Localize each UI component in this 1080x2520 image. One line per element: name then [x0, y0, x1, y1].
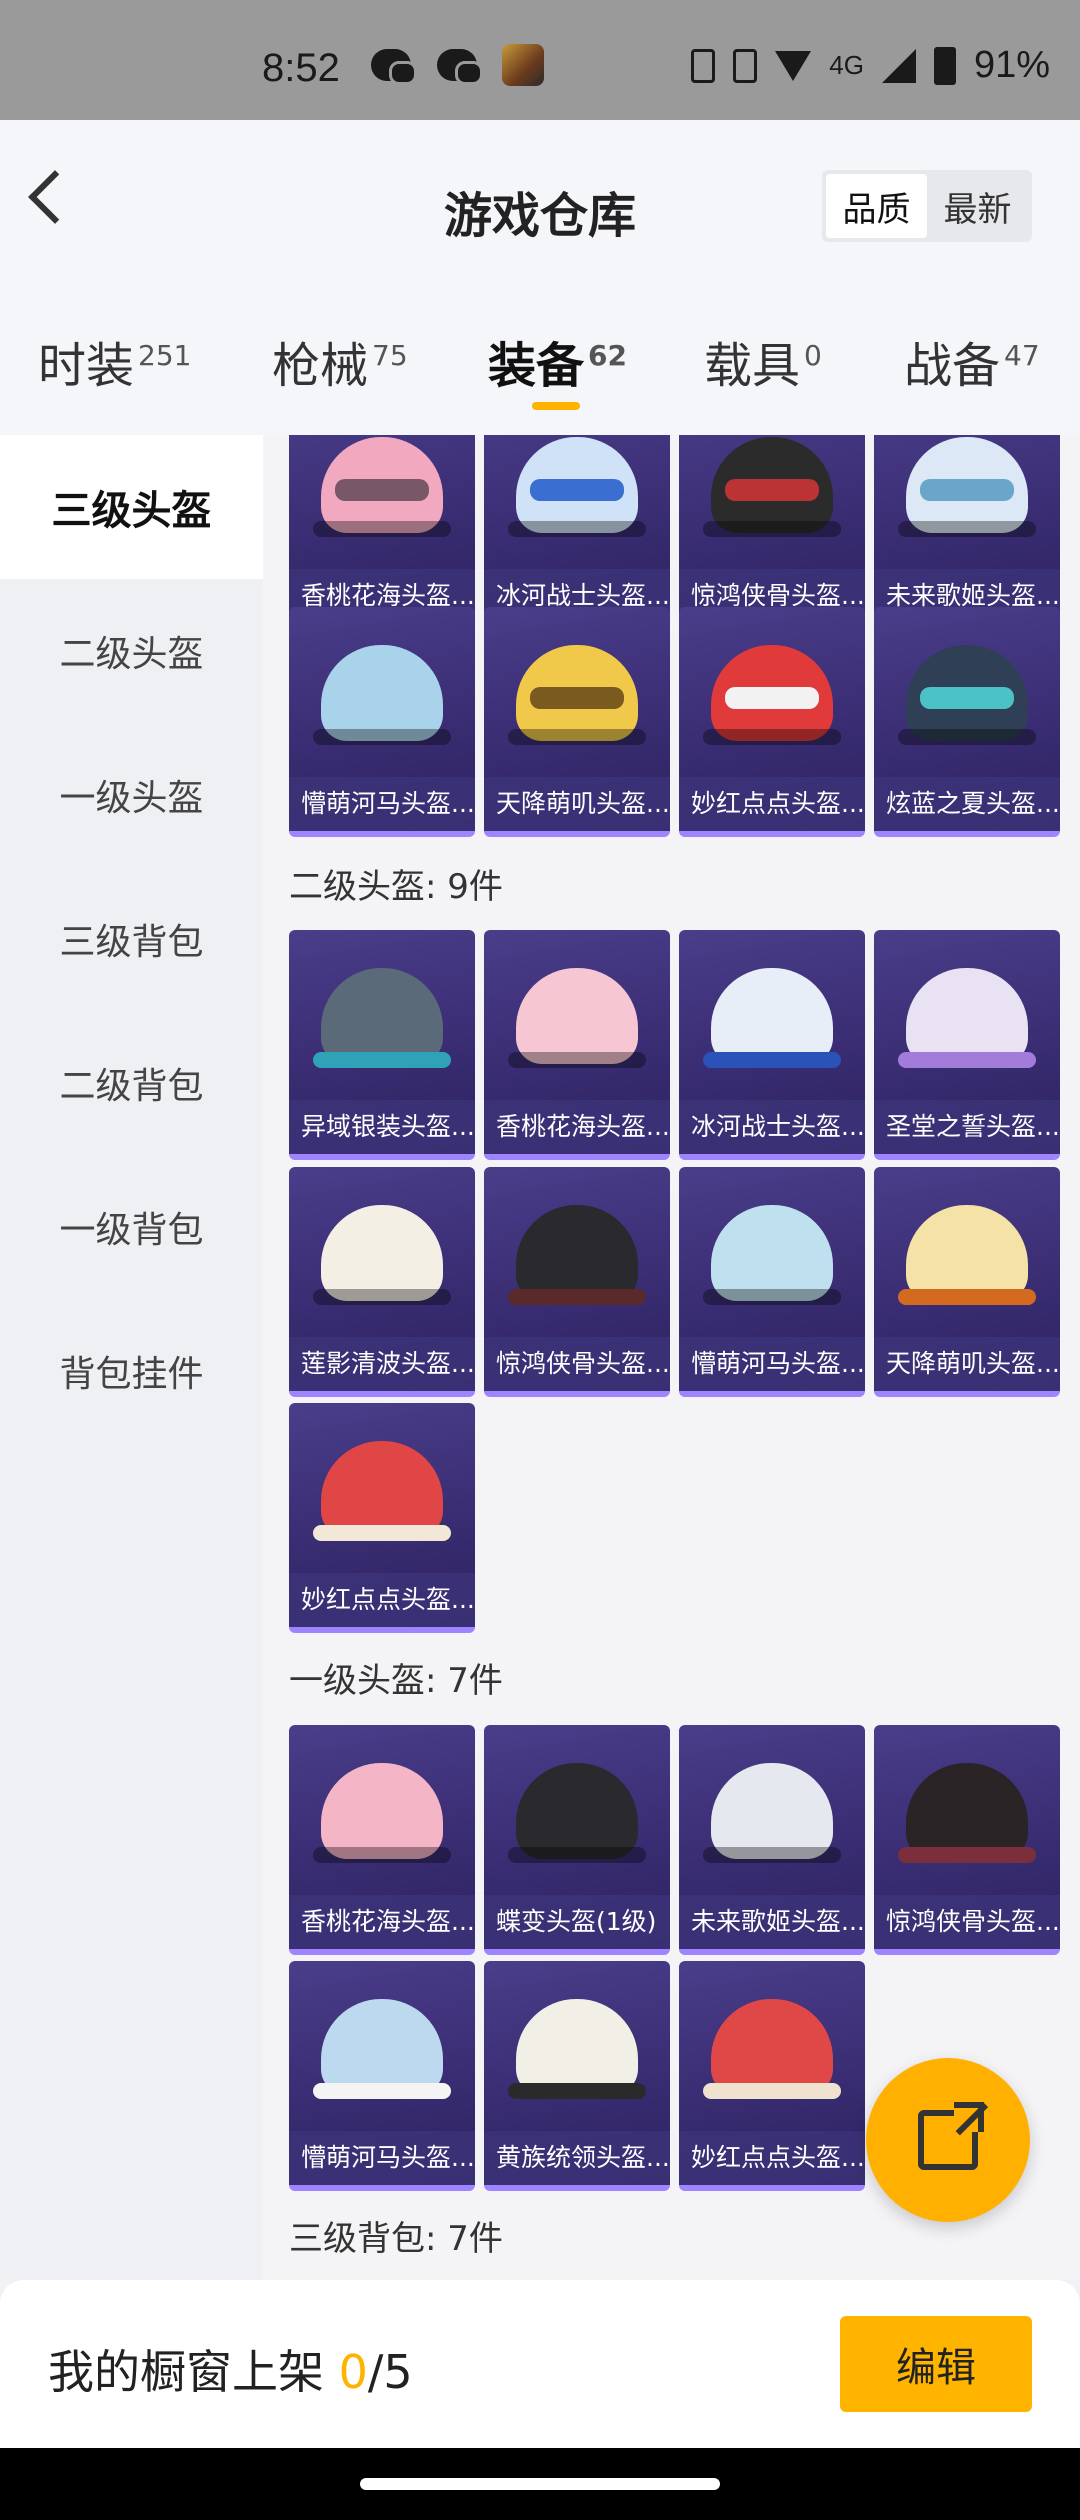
helmet-item-card[interactable]: 冰河战士头盔... — [484, 435, 670, 629]
helmet-image — [703, 1197, 841, 1317]
helmet-item-card[interactable]: 圣堂之誓头盔... — [874, 930, 1060, 1160]
battery-icon — [933, 46, 956, 85]
edit-button[interactable]: 编辑 — [840, 2316, 1032, 2412]
tab-gear[interactable]: 战备 47 — [904, 326, 1040, 396]
helmet-image — [313, 1197, 451, 1317]
helmet-image — [898, 435, 1036, 549]
helmet-item-card[interactable]: 香桃花海头盔... — [484, 930, 670, 1160]
helmet-item-card[interactable]: 妙红点点头盔... — [289, 1403, 475, 1633]
helmet-image — [898, 960, 1036, 1080]
sidebar-item-level3-backpack[interactable]: 三级背包 — [0, 867, 263, 1011]
sidebar-item-backpack-pendant[interactable]: 背包挂件 — [0, 1299, 263, 1443]
header: 游戏仓库 品质 最新 — [0, 120, 1080, 290]
helmet-image — [508, 1197, 646, 1317]
helmet-image — [508, 1755, 646, 1875]
wechat-icon — [436, 48, 483, 85]
helmet-image — [313, 637, 451, 757]
network-type: 4G — [829, 50, 864, 80]
helmet-image — [898, 637, 1036, 757]
helmet-item-card[interactable]: 未来歌姬头盔... — [874, 435, 1060, 629]
helmet-image — [898, 1755, 1036, 1875]
helmet-image — [313, 1755, 451, 1875]
helmet-item-card[interactable]: 妙红点点头盔... — [679, 607, 865, 837]
helmet-item-card[interactable]: 香桃花海头盔... — [289, 435, 475, 629]
helmet-image — [703, 637, 841, 757]
sidebar-item-level2-helmet[interactable]: 二级头盔 — [0, 579, 263, 723]
helmet-image — [898, 1197, 1036, 1317]
helmet-image — [508, 960, 646, 1080]
section-title-level2-helmet: 二级头盔: 9件 — [289, 867, 503, 907]
helmet-item-card[interactable]: 莲影清波头盔... — [289, 1167, 475, 1397]
helmet-item-card[interactable]: 异域银装头盔... — [289, 930, 475, 1160]
sidebar-item-level2-backpack[interactable]: 二级背包 — [0, 1011, 263, 1155]
helmet-item-card[interactable]: 炫蓝之夏头盔... — [874, 607, 1060, 837]
sort-newest-button[interactable]: 最新 — [927, 174, 1028, 238]
helmet-image — [703, 435, 841, 549]
wifi-icon — [775, 50, 812, 81]
showcase-count: 0 — [338, 2345, 368, 2399]
helmet-item-card[interactable]: 黄族统领头盔... — [484, 1961, 670, 2191]
sort-toggle: 品质 最新 — [822, 170, 1032, 242]
tab-guns[interactable]: 枪械 75 — [272, 326, 408, 396]
battery-percent: 91% — [973, 44, 1050, 86]
share-external-icon — [918, 2102, 984, 2170]
tab-fashion[interactable]: 时装 251 — [38, 326, 191, 396]
helmet-item-card[interactable]: 香桃花海头盔... — [289, 1725, 475, 1955]
showcase-total: /5 — [367, 2345, 413, 2399]
helmet-image — [313, 1433, 451, 1553]
helmet-image — [508, 1991, 646, 2111]
category-tabs: 时装 251 枪械 75 装备 62 载具 0 战备 47 — [0, 290, 1080, 435]
helmet-item-card[interactable]: 惊鸿侠骨头盔... — [484, 1167, 670, 1397]
sidebar: 三级头盔 二级头盔 一级头盔 三级背包 二级背包 一级背包 背包挂件 — [0, 435, 263, 2280]
helmet-item-card[interactable]: 懵萌河马头盔... — [289, 1961, 475, 2191]
sidebar-item-level1-backpack[interactable]: 一级背包 — [0, 1155, 263, 1299]
sidebar-item-level1-helmet[interactable]: 一级头盔 — [0, 723, 263, 867]
active-tab-indicator — [532, 402, 580, 410]
status-time: 8:52 — [262, 46, 340, 90]
helmet-image — [703, 960, 841, 1080]
section-title-level1-helmet: 一级头盔: 7件 — [289, 1661, 503, 1701]
helmet-image — [313, 435, 451, 549]
helmet-image — [313, 1991, 451, 2111]
tab-equipment[interactable]: 装备 62 — [488, 326, 627, 396]
game-app-icon — [502, 44, 544, 86]
sort-quality-button[interactable]: 品质 — [826, 174, 927, 238]
status-bar: 8:52 4G 91% — [0, 0, 1080, 120]
helmet-item-card[interactable]: 妙红点点头盔... — [679, 1961, 865, 2191]
showcase-bar: 我的橱窗上架 0/5 编辑 — [0, 2280, 1080, 2448]
section-title-level3-backpack: 三级背包: 7件 — [289, 2219, 503, 2259]
helmet-item-card[interactable]: 冰河战士头盔... — [679, 930, 865, 1160]
helmet-item-card[interactable]: 惊鸿侠骨头盔... — [679, 435, 865, 629]
helmet-item-card[interactable]: 懵萌河马头盔... — [679, 1167, 865, 1397]
helmet-image — [313, 960, 451, 1080]
vibrate-icon — [691, 48, 716, 83]
helmet-image — [508, 435, 646, 549]
helmet-item-card[interactable]: 惊鸿侠骨头盔... — [874, 1725, 1060, 1955]
tab-vehicles[interactable]: 载具 0 — [704, 326, 822, 396]
signal-icon — [881, 48, 916, 83]
wechat-icon — [370, 48, 417, 85]
sidebar-item-level3-helmet[interactable]: 三级头盔 — [0, 435, 263, 579]
helmet-image — [508, 637, 646, 757]
helmet-item-card[interactable]: 未来歌姬头盔... — [679, 1725, 865, 1955]
helmet-item-card[interactable]: 天降萌叽头盔... — [874, 1167, 1060, 1397]
helmet-image — [703, 1755, 841, 1875]
nfc-icon — [733, 48, 758, 83]
system-nav-bar — [0, 2448, 1080, 2520]
showcase-status: 我的橱窗上架 0/5 — [48, 2345, 413, 2399]
home-gesture-handle[interactable] — [360, 2478, 720, 2490]
item-grid: 香桃花海头盔... 冰河战士头盔... 惊鸿侠骨头盔... 未来歌姬头盔... … — [263, 435, 1080, 2280]
helmet-image — [703, 1991, 841, 2111]
helmet-item-card[interactable]: 懵萌河马头盔... — [289, 607, 475, 837]
share-button[interactable] — [866, 2058, 1030, 2222]
helmet-item-card[interactable]: 蝶变头盔(1级) — [484, 1725, 670, 1955]
helmet-item-card[interactable]: 天降萌叽头盔... — [484, 607, 670, 837]
